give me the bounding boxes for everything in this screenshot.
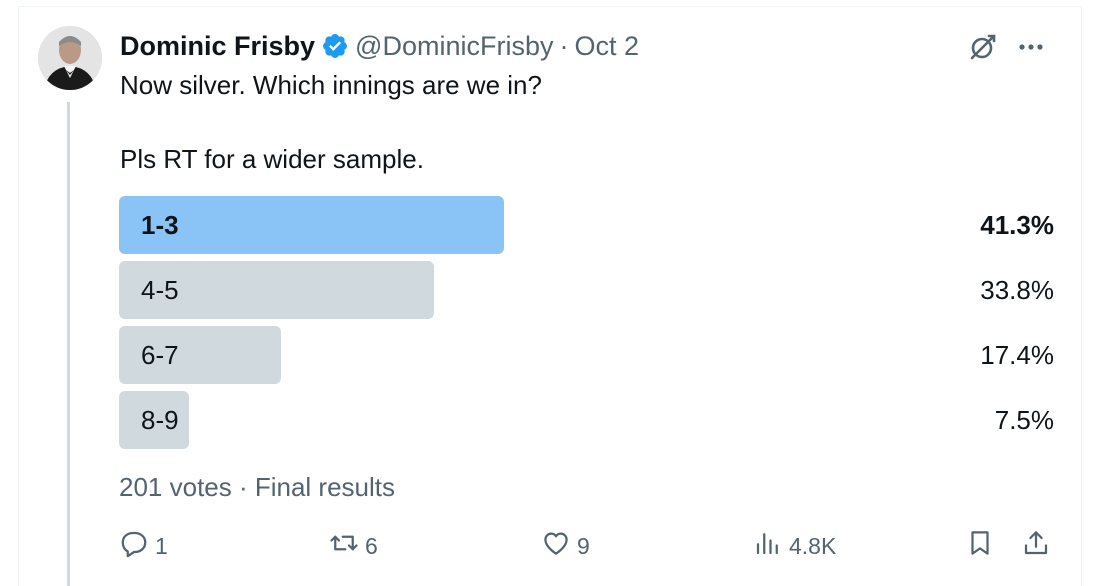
poll-option-percent: 17.4% [980, 340, 1054, 370]
views-button[interactable]: 4.8K [753, 528, 836, 564]
avatar[interactable] [38, 26, 102, 90]
reply-button[interactable]: 1 [119, 528, 168, 564]
tweet-date[interactable]: Oct 2 [574, 31, 639, 62]
like-icon [541, 528, 571, 564]
poll-option-label: 6-7 [141, 340, 179, 370]
poll-option: 8-9 7.5% [119, 391, 1054, 449]
share-icon [1021, 528, 1051, 564]
views-count: 4.8K [789, 532, 837, 559]
verified-badge-icon [321, 32, 349, 60]
author-name[interactable]: Dominic Frisby [120, 31, 315, 62]
reply-icon [119, 528, 149, 564]
poll-option-label: 4-5 [141, 275, 179, 305]
poll: 1-3 41.3% 4-5 33.8% 6-7 17.4% 8-9 7.5% [119, 196, 1054, 456]
more-icon[interactable] [1014, 30, 1048, 64]
poll-option: 6-7 17.4% [119, 326, 1054, 384]
header-actions [966, 30, 1048, 64]
like-button[interactable]: 9 [541, 528, 590, 564]
share-button[interactable] [1021, 528, 1051, 564]
views-icon [753, 528, 783, 564]
poll-option-label: 8-9 [141, 405, 179, 435]
bookmark-button[interactable] [965, 528, 995, 564]
retweet-count: 6 [365, 532, 378, 559]
tweet-header: Dominic Frisby @DominicFrisby · Oct 2 [120, 28, 639, 64]
tweet-actions: 1 6 9 4.8K [119, 528, 1054, 568]
separator-dot: · [559, 30, 569, 61]
retweet-button[interactable]: 6 [329, 528, 378, 564]
poll-option-percent: 7.5% [994, 405, 1054, 435]
thread-line [67, 102, 70, 586]
like-count: 9 [577, 532, 590, 559]
tweet-text-line2: Pls RT for a wider sample. [120, 144, 424, 174]
poll-option-percent: 33.8% [980, 275, 1054, 305]
tweet-text-line1: Now silver. Which innings are we in? [120, 70, 542, 100]
author-handle[interactable]: @DominicFrisby [355, 31, 553, 62]
reply-count: 1 [155, 532, 168, 559]
retweet-icon [329, 528, 359, 564]
poll-option-percent: 41.3% [980, 210, 1054, 240]
bookmark-icon [965, 528, 995, 564]
poll-option: 4-5 33.8% [119, 261, 1054, 319]
poll-option: 1-3 41.3% [119, 196, 1054, 254]
grok-icon[interactable] [966, 30, 1000, 64]
poll-results-meta: 201 votes · Final results [119, 472, 396, 502]
poll-option-label: 1-3 [141, 210, 179, 240]
